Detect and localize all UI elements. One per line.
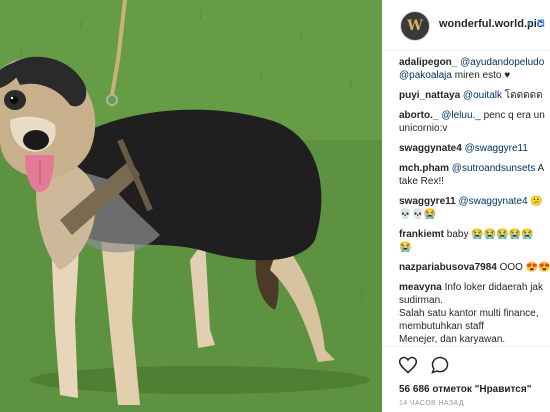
post-sidebar: W wonderful.world.pic • П adalipegon_ @a… (382, 0, 550, 412)
likes-count[interactable]: 56 686 отметок "Нравится" (399, 384, 531, 395)
comment-text: Info loker didaerah jak (444, 282, 543, 293)
comment-line: 😭 (399, 241, 550, 254)
comment-item: aborto._ @leluu._ penc q era un unicornio… (399, 109, 550, 135)
comment-username[interactable]: mch.pham (399, 163, 449, 174)
comment-line: membutuhkan staff (399, 320, 550, 333)
comment-text: baby 😭😭😭😭😭 (446, 229, 534, 240)
comment-line: sudirman. (399, 294, 550, 307)
comment-username[interactable]: adalipegon_ (399, 57, 457, 68)
comment-text: unicornio:v (399, 123, 448, 134)
comment-item: swaggynate4 @swaggyre11 (399, 142, 550, 155)
comment-mention[interactable]: @swaggyre11 (465, 143, 528, 154)
comment-text: penc q era un (480, 110, 545, 121)
comment-line: adalipegon_ @ayudandopeludo (399, 56, 550, 69)
comment-item: frankiemt baby 😭😭😭😭😭 😭 (399, 228, 550, 254)
comment-line: unicornio:v (399, 122, 550, 135)
post-timestamp[interactable]: 14 ЧАСОВ НАЗАД (399, 400, 464, 407)
comment-line: Menejer, dan karyawan. (399, 333, 550, 346)
comment-username[interactable]: aborto._ (399, 110, 438, 121)
avatar[interactable]: W (400, 11, 430, 41)
comment-text: 😭 (399, 242, 412, 253)
post-header: W wonderful.world.pic • П (382, 0, 550, 51)
comment-text: 😕 (527, 196, 543, 207)
comment-mention[interactable]: @swaggynate4 (459, 196, 528, 207)
comment-text: A (535, 163, 545, 174)
comment-line: Salah satu kantor multi finance, (399, 307, 550, 320)
comment-text: Salah satu kantor multi finance, (399, 308, 539, 319)
comment-text: miren esto ♥ (451, 70, 511, 81)
comment-line: nazpariabusova7984 ООО 😍😍 (399, 261, 550, 274)
comment-item: adalipegon_ @ayudandopeludo @pakoalaja mi… (399, 56, 550, 82)
comment-line: frankiemt baby 😭😭😭😭😭 (399, 228, 550, 241)
comment-line: puyi_nattaya @ouitalk โดดดดด (399, 89, 550, 102)
comment-item: puyi_nattaya @ouitalk โดดดดด (399, 89, 550, 102)
comment-text: take Rex!! (399, 176, 445, 187)
comment-line: swaggyre11 @swaggynate4 😕 (399, 195, 550, 208)
comment-icon[interactable] (430, 355, 450, 375)
comment-text: sudirman. (399, 295, 443, 306)
comment-text: โดดดดด (501, 90, 543, 101)
comment-username[interactable]: swaggynate4 (399, 143, 462, 154)
dog-photo-illustration (0, 0, 382, 412)
comment-line: take Rex!! (399, 175, 550, 188)
heart-icon[interactable] (398, 355, 418, 375)
comment-item: meavyna Info loker didaerah jak sudirman.… (399, 281, 550, 346)
comment-line: mch.pham @sutroandsunsets A (399, 162, 550, 175)
comment-line: swaggynate4 @swaggyre11 (399, 142, 550, 155)
comment-username[interactable]: meavyna (399, 282, 442, 293)
comment-line: aborto._ @leluu._ penc q era un (399, 109, 550, 122)
comment-item: nazpariabusova7984 ООО 😍😍 (399, 261, 550, 274)
follow-button[interactable]: П (537, 18, 545, 30)
comment-username[interactable]: swaggyre11 (399, 196, 456, 207)
comment-username[interactable]: nazpariabusova7984 (399, 262, 497, 273)
comment-mention[interactable]: @pakoalaja (399, 70, 452, 81)
comment-mention[interactable]: @ouitalk (463, 90, 502, 101)
comment-line: 💀💀😭 (399, 208, 550, 221)
comments-list: adalipegon_ @ayudandopeludo @pakoalaja mi… (399, 56, 550, 353)
comment-text: membutuhkan staff (399, 321, 484, 332)
comment-username[interactable]: puyi_nattaya (399, 90, 460, 101)
comment-text: 💀💀😭 (399, 209, 437, 220)
post-photo[interactable] (0, 0, 382, 412)
comment-mention[interactable]: @sutroandsunsets (452, 163, 536, 174)
comment-mention[interactable]: @leluu._ (441, 110, 481, 121)
comment-item: mch.pham @sutroandsunsets Atake Rex!! (399, 162, 550, 188)
comment-text: Menejer, dan karyawan. (399, 334, 506, 345)
comment-line: @pakoalaja miren esto ♥ (399, 69, 550, 82)
comment-username[interactable]: frankiemt (399, 229, 444, 240)
comment-mention[interactable]: @ayudandopeludo (460, 57, 544, 68)
comment-line: meavyna Info loker didaerah jak (399, 281, 550, 294)
header-separator: • (527, 18, 531, 30)
comment-text: ООО 😍😍 (499, 262, 550, 273)
comment-item: swaggyre11 @swaggynate4 😕 💀💀😭 (399, 195, 550, 221)
